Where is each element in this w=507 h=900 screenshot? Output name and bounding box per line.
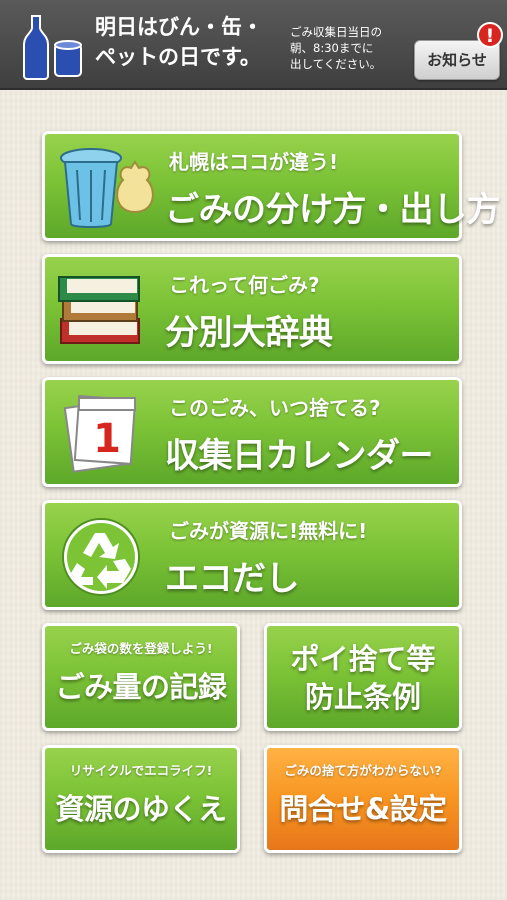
resource-destination-button[interactable]: リサイクルでエコライフ! 資源のゆくえ xyxy=(42,745,240,853)
contact-settings-subtitle: ごみの捨て方がわからない? xyxy=(284,763,442,778)
sorting-dictionary-subtitle: これって何ごみ? xyxy=(169,273,320,297)
eco-dashi-title: エコだし xyxy=(165,559,300,599)
collection-time-note: ごみ収集日当日の 朝、8:30までに 出してください。 xyxy=(290,25,382,71)
sorting-guide-button[interactable]: 札幌はココが違う! ごみの分け方・出し方 xyxy=(42,131,501,241)
collection-calendar-title: 収集日カレンダー xyxy=(165,436,434,476)
collection-calendar-subtitle: このごみ、いつ捨てる? xyxy=(169,396,381,420)
garbage-record-button[interactable]: ごみ袋の数を登録しよう! ごみ量の記録 xyxy=(42,623,240,731)
trash-can-icon xyxy=(60,148,154,228)
eco-dashi-subtitle: ごみが資源に!無料に! xyxy=(169,519,368,543)
recycle-icon xyxy=(62,518,140,596)
garbage-record-title: ごみ量の記録 xyxy=(55,670,227,704)
collection-calendar-button[interactable]: 1 このごみ、いつ捨てる? 収集日カレンダー xyxy=(42,377,462,487)
calendar-icon: 1 xyxy=(63,395,137,473)
garbage-record-subtitle: ごみ袋の数を登録しよう! xyxy=(69,641,213,656)
contact-settings-button[interactable]: ごみの捨て方がわからない? 問合せ&設定 xyxy=(264,745,462,853)
eco-dashi-button[interactable]: ごみが資源に!無料に! エコだし xyxy=(42,500,462,610)
sorting-guide-title: ごみの分け方・出し方 xyxy=(165,190,501,230)
books-icon xyxy=(58,276,140,344)
bottle-and-can-icon xyxy=(23,15,82,80)
resource-destination-subtitle: リサイクルでエコライフ! xyxy=(69,763,213,778)
collection-day-title: 明日はびん・缶・ ペットの日です。 xyxy=(95,15,263,69)
resource-destination-title: 資源のゆくえ xyxy=(55,792,227,826)
sorting-dictionary-button[interactable]: これって何ごみ? 分別大辞典 xyxy=(42,254,462,364)
contact-settings-title: 問合せ&設定 xyxy=(279,792,447,826)
anti-littering-ordinance-button[interactable]: ポイ捨て等 防止条例 xyxy=(264,623,462,731)
sorting-guide-subtitle: 札幌はココが違う! xyxy=(169,150,339,174)
top-banner: 明日はびん・缶・ ペットの日です。 ごみ収集日当日の 朝、8:30までに 出して… xyxy=(0,0,507,90)
svg-text:1: 1 xyxy=(93,416,121,462)
anti-littering-ordinance-title: ポイ捨て等 防止条例 xyxy=(290,642,436,714)
notice-alert-badge: ! xyxy=(477,22,503,48)
sorting-dictionary-title: 分別大辞典 xyxy=(165,313,333,353)
